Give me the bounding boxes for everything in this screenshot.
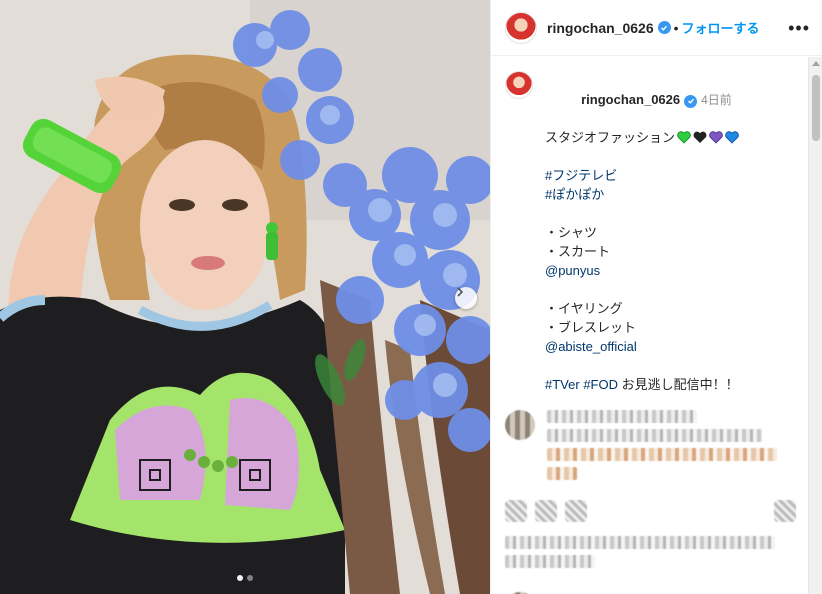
- hashtag-fod[interactable]: #FOD: [583, 377, 618, 392]
- likes-summary-blurred: [491, 536, 808, 574]
- comment-icon[interactable]: [535, 500, 557, 522]
- post-caption: ringochan_0626 4日前 スタジオファッション #フジテレビ #ぽかぽ…: [491, 57, 808, 394]
- caption-username[interactable]: ringochan_0626: [581, 92, 680, 107]
- hashtag-tver[interactable]: #TVer: [545, 377, 580, 392]
- caption-author-avatar[interactable]: [505, 71, 533, 99]
- mention-abiste-official[interactable]: @abiste_official: [545, 339, 637, 354]
- scrollbar-thumb[interactable]: [812, 75, 820, 141]
- verified-badge-icon: [684, 94, 698, 108]
- heart-emojis: [677, 131, 739, 144]
- comment-avatar-blurred[interactable]: [505, 410, 535, 440]
- comments-scroll-area[interactable]: ringochan_0626 4日前 スタジオファッション #フジテレビ #ぽかぽ…: [491, 57, 808, 594]
- caption-body: ringochan_0626 4日前 スタジオファッション #フジテレビ #ぽかぽ…: [545, 71, 739, 394]
- post-side-panel: ringochan_0626 • フォローする ••• ringochan_06…: [490, 0, 822, 594]
- photo-illustration: [0, 0, 490, 594]
- caption-tail-text: お見逃し配信中！！: [617, 377, 739, 392]
- comment-item: [491, 410, 808, 486]
- author-avatar[interactable]: [505, 11, 537, 44]
- chevron-right-icon: [457, 287, 464, 297]
- header-separator: •: [673, 19, 679, 36]
- carousel-next-button[interactable]: [455, 287, 477, 309]
- mention-punyus[interactable]: @punyus: [545, 263, 600, 278]
- hashtag-fujitv[interactable]: #フジテレビ: [545, 168, 617, 183]
- caption-item-shirt: ・シャツ: [545, 225, 598, 240]
- scroll-up-arrow-icon[interactable]: [812, 61, 820, 66]
- follow-button[interactable]: フォローする: [682, 18, 760, 37]
- post-photo[interactable]: [0, 0, 490, 594]
- like-icon[interactable]: [505, 500, 527, 522]
- blue-heart-icon: [725, 131, 739, 144]
- caption-timestamp[interactable]: 4日前: [701, 93, 732, 107]
- post-header: ringochan_0626 • フォローする •••: [491, 0, 822, 56]
- caption-item-earring: ・イヤリング: [545, 301, 623, 316]
- carousel-dot-1[interactable]: [237, 575, 243, 581]
- carousel-dots: [0, 575, 490, 581]
- share-icon[interactable]: [565, 500, 587, 522]
- green-heart-icon: [677, 131, 691, 144]
- caption-item-skirt: ・スカート: [545, 244, 611, 259]
- verified-badge-icon: [657, 21, 671, 34]
- black-heart-icon: [693, 131, 707, 143]
- purple-heart-icon: [709, 131, 723, 144]
- caption-item-bracelet: ・ブレスレット: [545, 320, 637, 335]
- author-username[interactable]: ringochan_0626: [547, 20, 654, 36]
- panel-scrollbar[interactable]: [808, 57, 822, 594]
- comment-text-blurred: [547, 410, 796, 486]
- carousel-dot-2[interactable]: [247, 575, 253, 581]
- more-options-icon[interactable]: •••: [788, 19, 810, 37]
- action-icons-blurred: [491, 486, 808, 522]
- bookmark-icon[interactable]: [774, 500, 796, 522]
- caption-text-line1: スタジオファッション: [545, 130, 676, 145]
- hashtag-pokapoka[interactable]: #ぽかぽか: [545, 187, 604, 202]
